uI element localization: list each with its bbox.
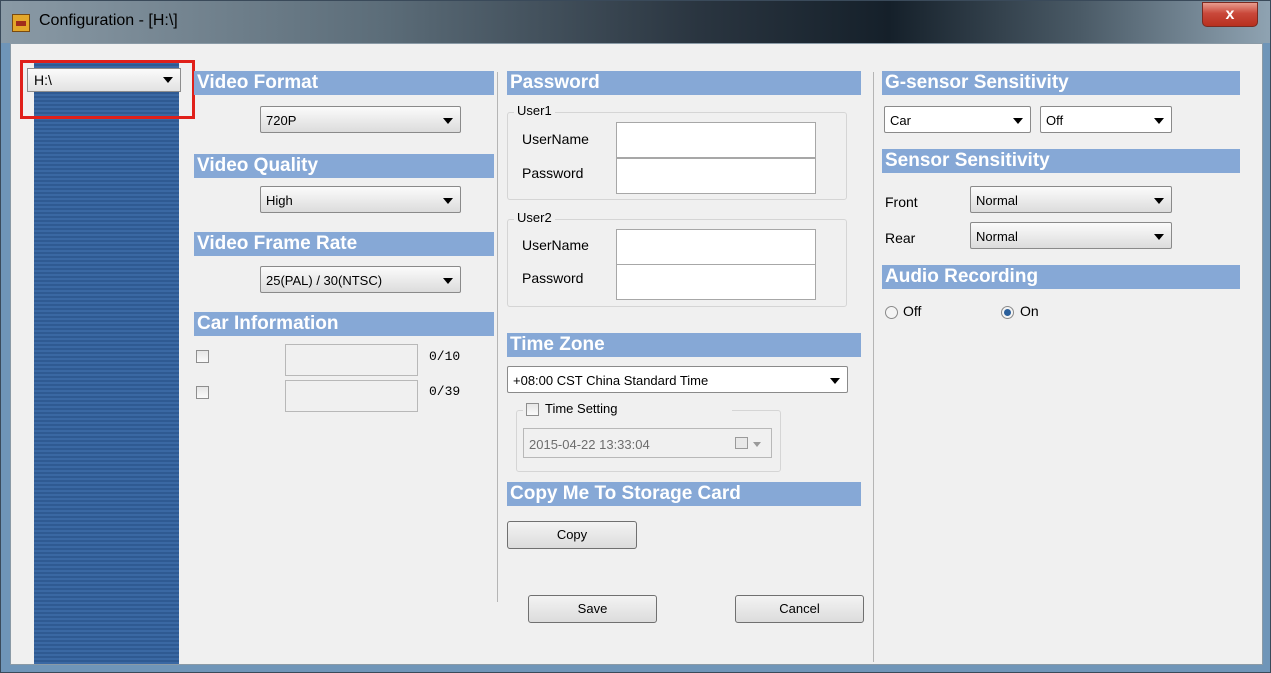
calendar-icon: [735, 437, 748, 449]
time-setting-checkbox[interactable]: [526, 403, 539, 416]
cancel-button[interactable]: Cancel: [735, 595, 864, 623]
car-info-field-2[interactable]: [285, 380, 418, 412]
configuration-window: Configuration - [H:\] x H:\ Video Format…: [0, 0, 1271, 673]
chevron-down-icon: [443, 118, 453, 124]
video-frame-rate-select[interactable]: 25(PAL) / 30(NTSC): [260, 266, 461, 293]
rear-sensitivity-select[interactable]: Normal: [970, 222, 1172, 249]
chevron-down-icon: [1154, 234, 1164, 240]
audio-on-label: On: [1020, 303, 1039, 319]
rear-sensitivity-value: Normal: [976, 229, 1018, 244]
client-area: H:\ Video Format 720P Video Quality High…: [10, 43, 1263, 665]
audio-on-radio[interactable]: [1001, 306, 1014, 319]
chevron-down-icon: [443, 198, 453, 204]
front-sensitivity-select[interactable]: Normal: [970, 186, 1172, 213]
time-zone-value: +08:00 CST China Standard Time: [513, 373, 709, 388]
datetime-picker[interactable]: 2015-04-22 13:33:04: [523, 428, 772, 458]
chevron-down-icon: [1013, 118, 1023, 124]
video-quality-select[interactable]: High: [260, 186, 461, 213]
time-zone-header: Time Zone: [507, 333, 861, 357]
user2-password-label: Password: [522, 270, 584, 286]
g-sensor-level-select[interactable]: Off: [1040, 106, 1172, 133]
password-header: Password: [507, 71, 861, 95]
video-frame-rate-header: Video Frame Rate: [194, 232, 494, 256]
car-info-checkbox-1[interactable]: [196, 350, 209, 363]
front-sensitivity-value: Normal: [976, 193, 1018, 208]
user1-title: User1: [514, 103, 555, 118]
video-quality-header: Video Quality: [194, 154, 494, 178]
user2-username-input[interactable]: [616, 229, 816, 265]
audio-off-radio[interactable]: [885, 306, 898, 319]
close-button[interactable]: x: [1202, 2, 1258, 27]
car-info-count-2: 0/39: [429, 384, 461, 399]
car-info-checkbox-2[interactable]: [196, 386, 209, 399]
g-sensor-header: G-sensor Sensitivity: [882, 71, 1240, 95]
app-icon: [12, 14, 30, 32]
copy-button[interactable]: Copy: [507, 521, 637, 549]
copy-header: Copy Me To Storage Card: [507, 482, 861, 506]
chevron-down-icon: [1154, 198, 1164, 204]
user1-username-input[interactable]: [616, 122, 816, 158]
car-info-field-1[interactable]: [285, 344, 418, 376]
video-quality-value: High: [266, 193, 293, 208]
drive-select[interactable]: H:\: [27, 68, 181, 92]
video-frame-rate-value: 25(PAL) / 30(NTSC): [266, 273, 383, 288]
column-divider-2: [873, 72, 874, 662]
chevron-down-icon: [1154, 118, 1164, 124]
time-setting-legend: Time Setting: [523, 401, 732, 419]
front-label: Front: [885, 194, 918, 210]
user1-password-input[interactable]: [616, 158, 816, 194]
car-information-header: Car Information: [194, 312, 494, 336]
chevron-down-icon: [753, 442, 761, 447]
rear-label: Rear: [885, 230, 916, 246]
video-format-value: 720P: [266, 113, 297, 128]
save-button[interactable]: Save: [528, 595, 657, 623]
user2-username-label: UserName: [522, 237, 589, 253]
time-setting-label: Time Setting: [545, 401, 618, 416]
user2-title: User2: [514, 210, 555, 225]
video-format-select[interactable]: 720P: [260, 106, 461, 133]
chevron-down-icon: [830, 378, 840, 384]
title-bar[interactable]: Configuration - [H:\] x: [1, 1, 1270, 43]
audio-off-label: Off: [903, 303, 922, 319]
sidebar-panel: [34, 60, 179, 664]
video-format-header: Video Format: [194, 71, 494, 95]
g-sensor-level-value: Off: [1046, 113, 1064, 128]
drive-select-arrow-area: [28, 69, 180, 91]
sensor-sensitivity-header: Sensor Sensitivity: [882, 149, 1240, 173]
audio-recording-header: Audio Recording: [882, 265, 1240, 289]
car-info-count-1: 0/10: [429, 349, 461, 364]
user1-password-label: Password: [522, 165, 584, 181]
g-sensor-mode-value: Car: [890, 113, 911, 128]
user2-password-input[interactable]: [616, 264, 816, 300]
column-divider-1: [497, 72, 498, 602]
datetime-value: 2015-04-22 13:33:04: [529, 437, 650, 452]
time-zone-select[interactable]: +08:00 CST China Standard Time: [507, 366, 848, 393]
window-title: Configuration - [H:\]: [39, 12, 178, 29]
chevron-down-icon: [163, 77, 173, 83]
g-sensor-mode-select[interactable]: Car: [884, 106, 1031, 133]
user1-username-label: UserName: [522, 131, 589, 147]
chevron-down-icon: [443, 278, 453, 284]
